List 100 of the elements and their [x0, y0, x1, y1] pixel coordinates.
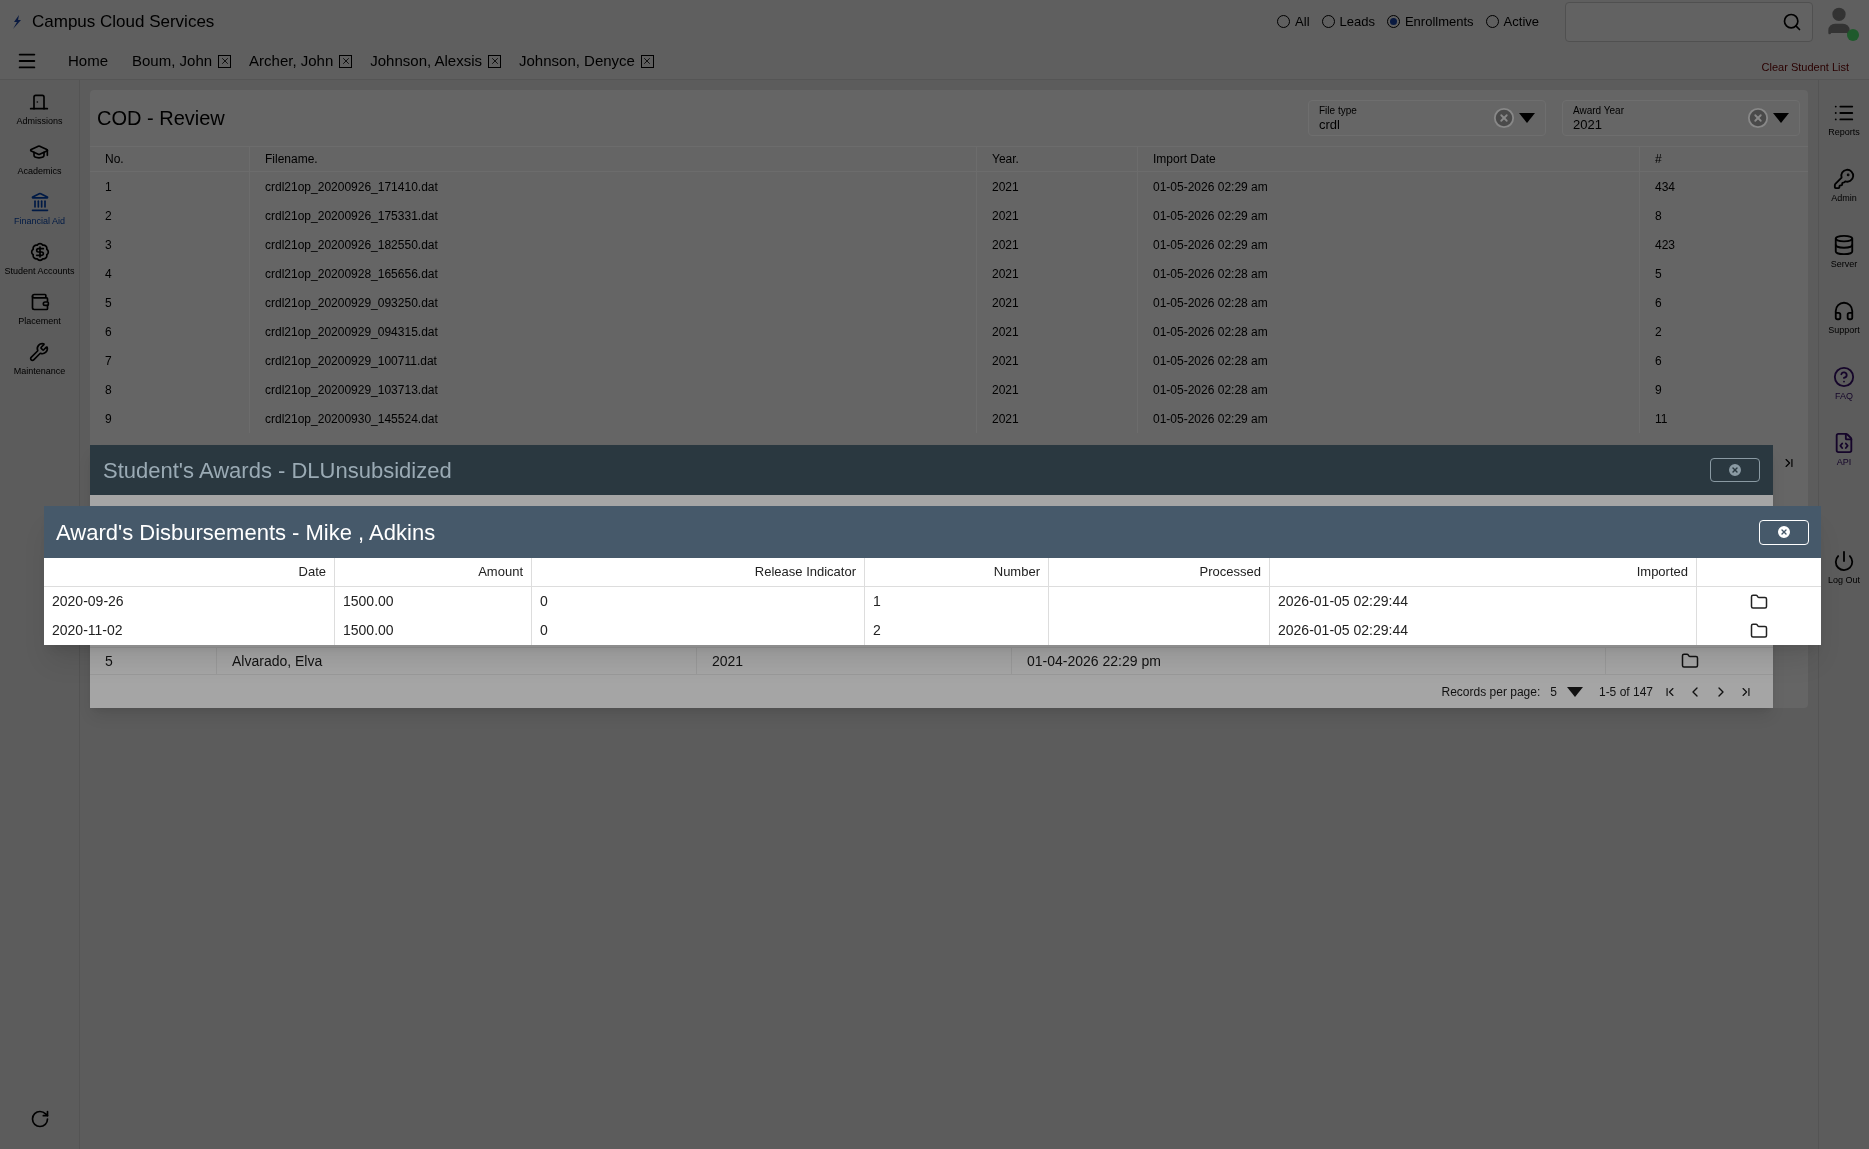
close-icon[interactable] — [488, 54, 501, 68]
table-cell-text: 2021 — [992, 323, 1019, 341]
table-cell-text: 9 — [105, 410, 112, 428]
database-icon — [1833, 234, 1855, 256]
caret-icon[interactable] — [1519, 113, 1535, 123]
sidebar-item[interactable]: Student Accounts — [4, 242, 75, 292]
filter-radio[interactable]: Active — [1485, 11, 1539, 32]
dialog-title: Student's Awards - DLUnsubsidized — [103, 456, 453, 485]
clear-student-list-link[interactable]: Clear Student List — [1761, 58, 1849, 76]
home-tab[interactable]: Home — [68, 49, 108, 73]
filter-radio[interactable]: Enrollments — [1386, 11, 1474, 32]
last-page-icon[interactable] — [1782, 456, 1796, 470]
filter-radio[interactable]: All — [1277, 11, 1310, 32]
table-cell-text: 2021 — [992, 236, 1019, 254]
dialog-title: Award's Disbursements - Mike , Adkins — [56, 518, 437, 547]
sidebar-item[interactable]: Server — [1830, 234, 1858, 300]
caret-icon[interactable] — [1566, 686, 1583, 697]
table-cell-text: 2020-11-02 — [52, 621, 123, 640]
table-cell-text: 01-05-2026 02:29 am — [1153, 236, 1268, 254]
clear-icon[interactable] — [1493, 107, 1515, 129]
sidebar-item[interactable]: Reports — [1828, 102, 1860, 168]
student-tab[interactable]: Boum, John — [132, 49, 213, 73]
close-icon[interactable] — [1727, 462, 1743, 478]
table-cell-text: 0 — [540, 592, 548, 611]
table-cell-text: 11 — [1655, 410, 1668, 428]
table-cell-text: 2020-09-26 — [52, 592, 124, 611]
sidebar-item[interactable]: FAQ — [1833, 366, 1855, 432]
search-icon[interactable] — [1782, 11, 1802, 32]
table-cell-text: crdl21op_20200930_145524.dat — [265, 410, 438, 428]
sidebar-item[interactable]: Placement — [18, 292, 61, 342]
table-cell-text: crdl21op_20200926_171410.dat — [265, 178, 438, 196]
student-tab[interactable]: Archer, John — [249, 49, 334, 73]
table-cell-text: 6 — [1655, 352, 1662, 370]
column-header: # — [1655, 151, 1662, 168]
sidebar-item[interactable]: Academics — [17, 142, 62, 192]
table-cell-text: 2021 — [992, 410, 1019, 428]
table-cell-text: 01-04-2026 22:29 pm — [1027, 651, 1161, 671]
table-cell-text: 6 — [1655, 294, 1662, 312]
table-cell-text: 01-05-2026 02:29 am — [1153, 410, 1268, 428]
student-tab[interactable]: Johnson, Alexsis — [370, 49, 482, 73]
sidebar-item[interactable]: Financial Aid — [14, 192, 65, 242]
table-cell-text: 2026-01-05 02:29:44 — [1278, 621, 1408, 640]
table-cell-text: 2026-01-05 02:29:44 — [1278, 592, 1408, 611]
table-cell-text: crdl21op_20200929_103713.dat — [265, 381, 438, 399]
table-cell-text: 5 — [105, 651, 113, 671]
table-cell-text: Alvarado, Elva — [232, 651, 323, 671]
table-cell-text: 1 — [873, 592, 881, 611]
close-icon[interactable] — [1776, 524, 1792, 540]
sidebar-item[interactable]: Admin — [1831, 168, 1857, 234]
table-cell-text: 2021 — [992, 381, 1019, 399]
sidebar-item[interactable]: Maintenance — [13, 342, 66, 392]
folder-icon[interactable] — [1750, 592, 1768, 611]
field-label: File type — [1319, 105, 1358, 116]
table-cell-text: crdl21op_20200926_182550.dat — [265, 236, 438, 254]
filter-radio[interactable]: Leads — [1321, 11, 1375, 32]
refresh-icon[interactable] — [29, 1109, 50, 1129]
search-field[interactable] — [1565, 1, 1813, 42]
folder-icon[interactable] — [1750, 621, 1768, 640]
close-icon[interactable] — [339, 54, 353, 68]
door-icon — [29, 92, 50, 112]
select-field[interactable]: File type crdl — [1308, 100, 1546, 136]
table-cell-text: crdl21op_20200929_094315.dat — [265, 323, 438, 341]
help-icon — [1833, 366, 1855, 388]
table-cell-text: 8 — [105, 381, 112, 399]
caret-icon[interactable] — [1773, 113, 1789, 123]
sidebar-item[interactable]: Log Out — [1828, 550, 1860, 616]
table-cell-text: 2021 — [992, 294, 1019, 312]
close-button[interactable] — [1710, 458, 1760, 482]
logo-icon — [12, 14, 22, 29]
table-cell-text: 2021 — [992, 352, 1019, 370]
sidebar-item[interactable]: API — [1833, 432, 1855, 498]
money-icon — [29, 242, 50, 262]
column-header: No. — [105, 151, 124, 168]
page-title: COD - Review — [97, 106, 226, 131]
table-cell-text: 2 — [105, 207, 112, 225]
column-header: Release Indicator — [754, 563, 856, 582]
table-cell-text: 423 — [1655, 236, 1676, 254]
sidebar-item[interactable]: Support — [1828, 300, 1860, 366]
table-cell-text: 5 — [105, 294, 112, 312]
table-cell-text: 6 — [105, 323, 112, 341]
column-header: Import Date — [1153, 151, 1216, 168]
close-icon[interactable] — [640, 54, 654, 68]
table-cell-text: 2 — [1655, 323, 1662, 341]
headphones-icon — [1833, 300, 1855, 322]
table-cell-text: 9 — [1655, 381, 1662, 399]
column-header: Processed — [1199, 563, 1261, 582]
student-tab[interactable]: Johnson, Denyce — [519, 49, 635, 73]
wallet-icon — [29, 292, 50, 312]
table-cell-text: 1 — [105, 178, 112, 196]
table-cell-text: crdl21op_20200929_100711.dat — [265, 352, 437, 370]
field-value: 2021 — [1573, 117, 1603, 131]
column-header: Date — [298, 563, 326, 582]
close-icon[interactable] — [218, 54, 232, 68]
per-page-select[interactable]: 5 — [1550, 682, 1557, 701]
select-field[interactable]: Award Year 2021 — [1562, 100, 1800, 136]
folder-icon[interactable] — [1680, 652, 1699, 670]
clear-icon[interactable] — [1747, 107, 1769, 129]
table-cell-text: crdl21op_20200926_175331.dat — [265, 207, 438, 225]
key-icon — [1833, 168, 1855, 190]
sidebar-item[interactable]: Admissions — [16, 92, 63, 142]
